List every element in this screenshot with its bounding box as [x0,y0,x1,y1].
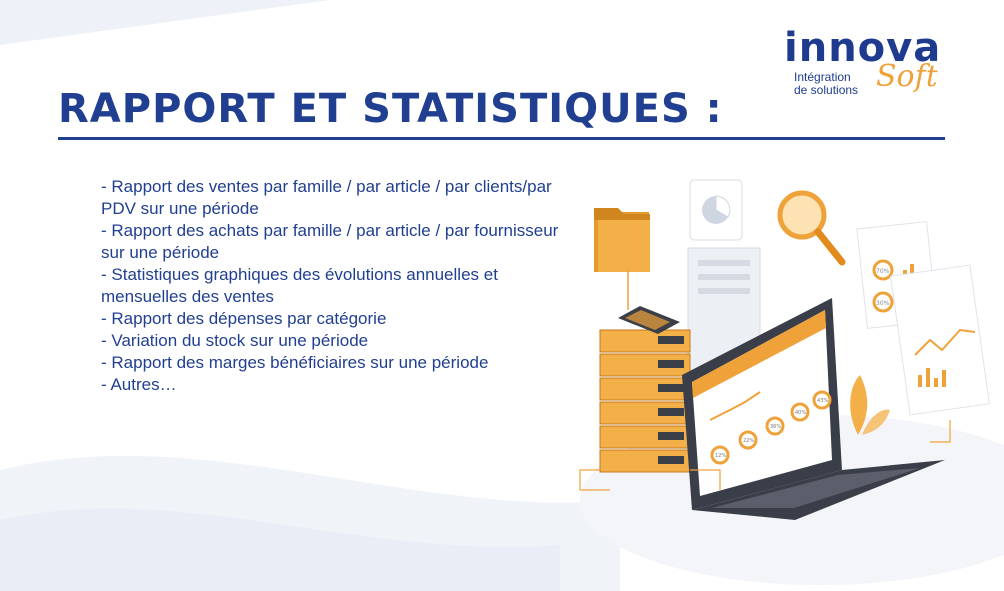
list-item: - Rapport des dépenses par catégorie [101,309,387,328]
title-underline [58,137,945,140]
list-item: - Variation du stock sur une période [101,331,369,350]
logo-tagline-line2: de solutions [794,83,859,97]
logo-accent-text: Soft [876,59,938,94]
list-item: - Rapport des achats par famille / par a… [101,221,559,262]
donut-label: 36% [770,424,781,430]
donut-label: 43% [817,398,828,404]
pie-chart-icon [689,179,743,241]
reporting-illustration: 70% 30% 12% 22% 36% 40% 43% [579,179,1004,585]
list-item: - Rapport des marges bénéficiaires sur u… [101,353,489,372]
folder-icon [594,208,650,310]
donut-label: 12% [715,453,726,459]
page-title: RAPPORT ET STATISTIQUES : [58,86,723,132]
feature-list: - Rapport des ventes par famille / par a… [101,176,571,396]
donut-label: 70% [876,268,890,275]
donut-label: 40% [795,410,806,416]
magnifier-icon [777,190,846,266]
list-item: - Statistiques graphiques des évolutions… [101,265,498,306]
donut-label: 30% [876,300,890,307]
list-item: - Autres… [101,375,177,394]
list-item: - Rapport des ventes par famille / par a… [101,177,552,218]
donut-label: 22% [743,438,754,444]
company-logo: innova Soft Intégration de solutions [784,28,964,103]
server-stack-icon [599,306,691,473]
